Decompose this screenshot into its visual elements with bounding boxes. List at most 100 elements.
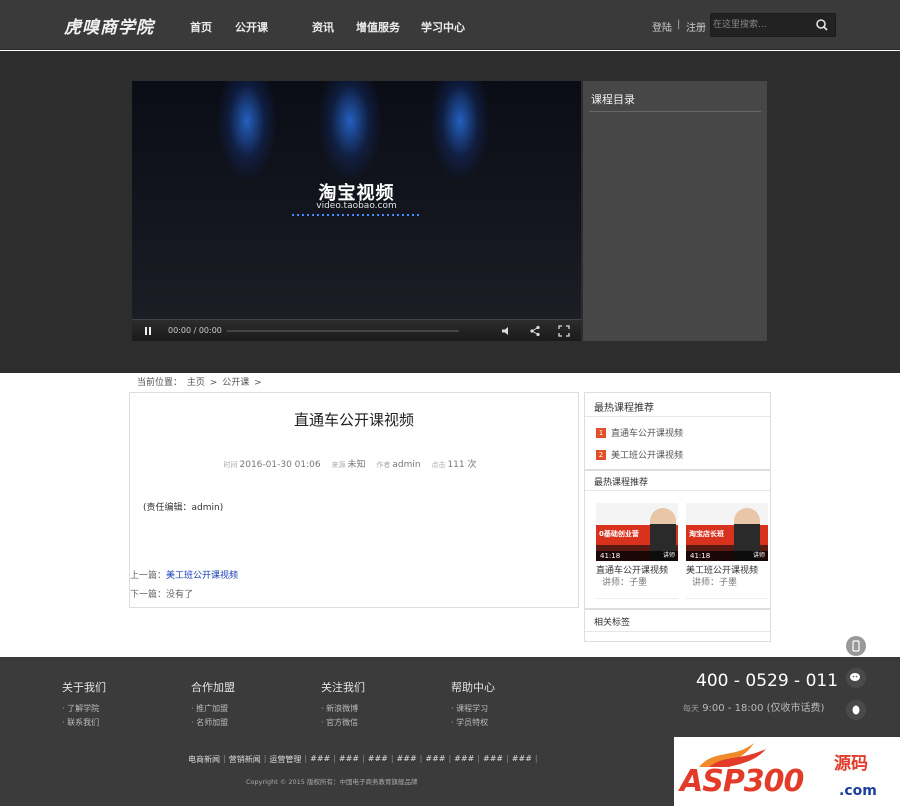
share-icon [530,325,540,337]
wechat-button[interactable] [846,668,866,688]
footer-col-title: 关于我们 [62,681,106,694]
hotline-number: 400 - 0529 - 011 [696,671,839,691]
link-separator: | [448,754,452,763]
share-button[interactable] [524,320,546,341]
footer-col-title: 关注我们 [321,681,365,694]
register-link[interactable]: 注册 [686,19,706,34]
catalog-divider [589,111,761,112]
fullscreen-button[interactable] [553,320,575,341]
player-time: 00:00 / 00:00 [168,326,222,335]
breadcrumb-home[interactable]: 主页 [187,378,205,388]
search-box [710,13,836,37]
asp300-watermark: ASP300 源码 .com [674,737,900,806]
nav-value-added[interactable]: 增值服务 [356,19,400,35]
course-teacher: 讲师：子墨 [692,578,738,588]
nav-open-course[interactable]: 公开课 [235,19,268,35]
course-teacher: 讲师：子墨 [602,578,648,588]
footer-bottom-link[interactable]: ### [397,754,417,765]
footer-bottom-link[interactable]: 电商新闻 [188,754,220,765]
link-separator: | [419,754,423,763]
back-to-top-button[interactable] [846,636,866,656]
related-tags-panel: 相关标签 [584,609,771,642]
footer-bottom-link[interactable]: ### [425,754,445,765]
qq-button[interactable] [846,700,866,720]
service-hours-label: 每天 [683,704,699,713]
next-article: 下一篇：没有了 [130,587,193,600]
hot-courses-title: 最热课程推荐 [585,393,770,417]
hot-course-title: 美工班公开课视频 [611,451,684,461]
meta-source-label: 来源 [331,461,346,469]
next-label: 下一篇： [130,590,167,600]
footer-link[interactable]: · 官方微信 [321,717,358,728]
footer-bottom-link[interactable]: ### [368,754,388,765]
article-meta: 时间 2016-01-30 01:06 来源 未知 作者 admin 点击 111 次 [130,457,578,470]
progress-bar[interactable] [227,330,459,332]
link-separator: | [534,754,538,763]
footer-bottom-link[interactable]: 运营管理 [269,754,301,765]
player-brand-url: video.taobao.com [316,201,397,211]
footer-link[interactable]: · 名师加盟 [191,717,228,728]
pause-icon [145,327,151,335]
footer-link[interactable]: · 了解学院 [62,703,99,714]
link-separator: | [263,754,267,763]
link-separator: | [333,754,336,763]
volume-button[interactable] [496,320,518,341]
article-title: 直通车公开课视频 [293,411,414,429]
copyright: Copyright © 2015 版权所有：中国电子商务教育旗舰品牌 [246,778,418,786]
breadcrumb-section[interactable]: 公开课 [222,378,249,388]
link-separator: | [304,754,308,763]
footer-bottom-link[interactable]: ### [310,754,330,765]
meta-time: 2016-01-30 01:06 [239,460,321,470]
duration-bar: 41:18 讲师 [686,551,768,561]
course-catalog-panel: 课程目录 [583,81,767,341]
watermark-asp: ASP300 [680,764,804,799]
lecturer-tag: 讲师 [752,552,765,559]
hot-course-cards-title: 最热课程推荐 [585,471,770,491]
search-button[interactable] [809,14,835,36]
nav-home[interactable]: 首页 [190,19,212,35]
footer-link[interactable]: · 学员特权 [451,717,488,728]
video-player[interactable]: 淘宝视频 video.taobao.com 00:00 / 00:00 [132,81,581,341]
nav-learning-center[interactable]: 学习中心 [421,19,465,35]
rank-number: 1 [596,427,606,438]
footer-bottom-link[interactable]: ### [339,754,359,765]
breadcrumb-sep: > [209,378,218,388]
login-link[interactable]: 登陆 [652,19,672,34]
link-separator: | [477,754,480,763]
footer-link[interactable]: · 联系我们 [62,717,99,728]
breadcrumb-sep: > [254,378,262,388]
article-panel: 直通车公开课视频 时间 2016-01-30 01:06 来源 未知 作者 admin… [129,392,579,608]
related-tags-title: 相关标签 [585,610,770,632]
hot-course-item[interactable]: 1 直通车公开课视频 [596,426,683,439]
site-logo[interactable]: 虎嗅商学院 [64,13,154,38]
footer-bottom-link[interactable]: ### [512,754,532,765]
footer-link[interactable]: · 课程学习 [451,703,488,714]
thumb-caption: 淘宝店长班 [689,530,724,538]
nav-news[interactable]: 资讯 [312,19,334,35]
service-hours: 每天 9:00 - 18:00 (仅收市话费) [683,699,824,714]
course-thumbnail: 0基础创业营 41:18 讲师 [596,503,678,561]
meta-clicks-label: 点击 [431,461,446,469]
footer-link[interactable]: · 新浪微博 [321,703,358,714]
course-thumbnail: 淘宝店长班 41:18 讲师 [686,503,768,561]
watermark-com: .com [839,783,877,799]
link-separator: | [390,754,394,763]
player-brand-dots [292,214,422,216]
fullscreen-icon [558,325,570,337]
article-editor: (责任编辑：admin) [143,503,224,513]
footer-bottom-link[interactable]: 营销新闻 [229,754,261,765]
pause-button[interactable] [138,320,158,341]
hot-courses-panel: 最热课程推荐 1 直通车公开课视频 2 美工班公开课视频 [584,392,771,470]
footer-bottom-links: 电商新闻 | 营销新闻 | 运营管理 | ### | ### | ### | ### | ### | ### | #… [188,754,541,765]
meta-time-label: 时间 [223,461,238,469]
search-input[interactable] [713,16,809,34]
hot-course-item[interactable]: 2 美工班公开课视频 [596,448,683,461]
footer-link[interactable]: · 推广加盟 [191,703,228,714]
card-divider [596,598,678,599]
rank-number: 2 [596,449,606,460]
hot-course-cards-panel: 最热课程推荐 0基础创业营 41:18 讲师 直通车公开课视频 讲师：子墨 淘宝… [584,470,771,609]
prev-article-link[interactable]: 美工班公开课视频 [166,571,238,581]
footer-bottom-link[interactable]: ### [483,754,503,765]
footer-bottom-link[interactable]: ### [454,754,474,765]
wechat-icon [850,673,860,681]
